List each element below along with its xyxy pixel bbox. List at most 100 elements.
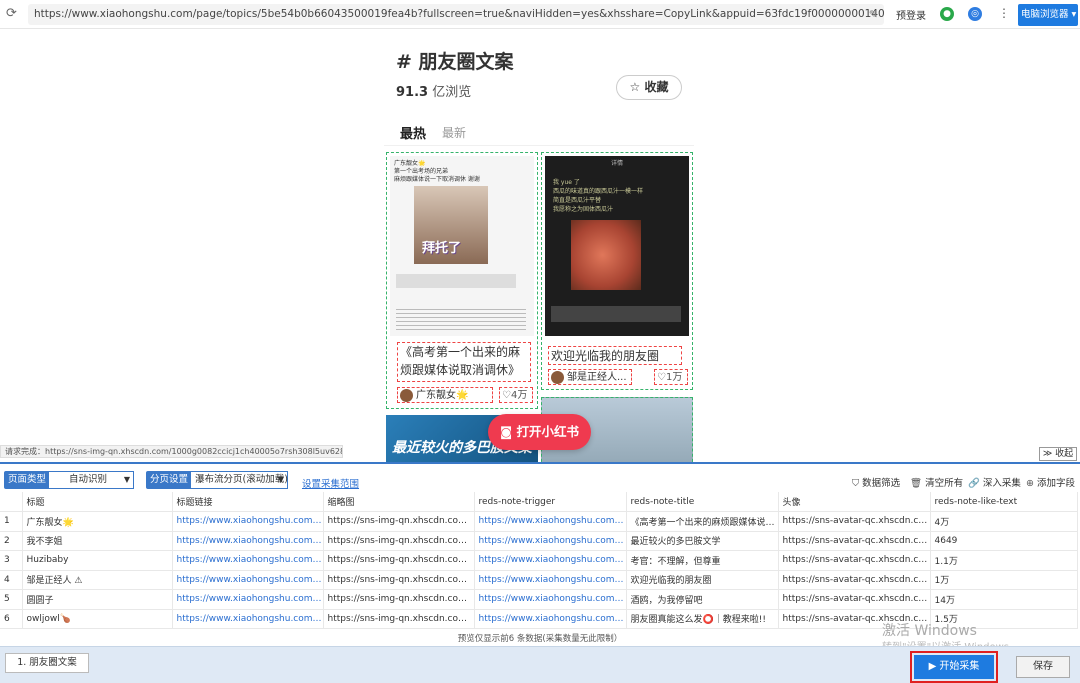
like-count[interactable]: ♡4万	[499, 387, 533, 403]
table-cell: 邹是正经人 ⚠	[22, 570, 173, 590]
table-cell: 考官：不理解，但尊重	[626, 550, 779, 571]
status-bar: 请求完成：https://sns-img-qn.xhscdn.com/1000g…	[0, 445, 343, 458]
cover-photo	[571, 220, 641, 290]
column-header[interactable]: 标题链接	[172, 492, 324, 512]
table-cell: https://sns-avatar-qc.xhscdn.com/av...	[778, 589, 931, 610]
table-row: 5 圆圆子 https://www.xiaohongshu.com/user/p…	[0, 589, 1078, 610]
cover-thumb-strip	[551, 306, 681, 322]
author-name: 广东靓女🌟	[416, 390, 469, 401]
panel-footer: 1. 朋友圈文案 ▶ 开始采集 保存	[0, 646, 1080, 683]
table-cell-link[interactable]: https://www.xiaohongshu.com/user/p...	[172, 511, 324, 532]
add-field-button[interactable]: ⊕ 添加字段	[1026, 475, 1075, 489]
views-label: 亿浏览	[432, 85, 472, 100]
table-cell: 4万	[930, 511, 1078, 532]
table-cell: https://sns-avatar-qc.xhscdn.com/av...	[778, 511, 931, 532]
table-cell-link[interactable]: https://www.xiaohongshu.com/user/p...	[172, 570, 324, 590]
reload-icon[interactable]: ⟳	[6, 7, 20, 21]
page-type-select[interactable]: 自动识别 ▼	[48, 471, 134, 489]
page-type-value: 自动识别	[69, 474, 108, 485]
table-cell: https://sns-avatar-qc.xhscdn.com/av...	[778, 531, 931, 551]
deep-collect-button[interactable]: 🔗 深入采集	[968, 475, 1021, 489]
table-cell: 1万	[930, 570, 1078, 590]
table-cell-link[interactable]: https://www.xiaohongshu.com/disco...	[474, 589, 627, 610]
row-index: 5	[0, 589, 23, 610]
note-author[interactable]: 广东靓女🌟	[397, 387, 493, 403]
column-header[interactable]: 标题	[22, 492, 173, 512]
table-row: 3 Huzibaby https://www.xiaohongshu.com/u…	[0, 550, 1078, 571]
collect-label: 收藏	[644, 80, 669, 94]
table-cell: Huzibaby	[22, 550, 173, 571]
tab-new[interactable]: 最新	[442, 124, 466, 141]
link-icon: 🔗	[968, 478, 980, 489]
collect-button[interactable]: ☆ 收藏	[616, 75, 682, 100]
table-cell-link[interactable]: https://www.xiaohongshu.com/user/p...	[172, 550, 324, 571]
row-index: 4	[0, 570, 23, 590]
topic-page: # 朋友圈文案 91.3 亿浏览 ☆ 收藏 最热 最新 广东靓女🌟 第一个出考场…	[384, 29, 694, 462]
note-title[interactable]: 欢迎光临我的朋友圈	[548, 346, 682, 365]
column-header[interactable]: reds-note-like-text	[930, 492, 1078, 512]
more-menu-icon[interactable]: ⋮	[998, 6, 1010, 20]
camera-icon: ◙	[499, 424, 513, 439]
tab-hot[interactable]: 最热	[400, 123, 426, 142]
edit-icon[interactable]: ✎	[869, 4, 878, 25]
paging-value: 瀑布流分页(滚动加载)	[195, 474, 288, 485]
task-tab[interactable]: 1. 朋友圈文案	[5, 653, 89, 673]
column-header-index	[0, 492, 23, 512]
views-number: 91.3	[396, 85, 429, 100]
table-cell: 我不李姐	[22, 531, 173, 551]
table-cell-link[interactable]: https://www.xiaohongshu.com/user/p...	[172, 531, 324, 551]
table-cell: https://sns-avatar-qc.xhscdn.com/av...	[778, 550, 931, 571]
note-card[interactable]: 详情 我 yue 了 西瓜的味道真的跟西瓜汁一模一样 简直是西瓜汁平替 我愿称之…	[541, 152, 693, 390]
browser-mode-dropdown[interactable]: 电脑浏览器 ▾	[1018, 4, 1078, 26]
note-author[interactable]: 邹是正经人...	[548, 369, 632, 385]
collector-panel: 页面类型 自动识别 ▼ 分页设置 瀑布流分页(滚动加载) ▼ 设置采集范围 ⛉ 数据筛…	[0, 462, 1080, 683]
column-header[interactable]: 头像	[778, 492, 931, 512]
like-value: 4万	[510, 390, 528, 401]
clear-all-button[interactable]: 🗑 清空所有	[910, 475, 963, 489]
table-cell: https://sns-img-qn.xhscdn.com/1000...	[323, 570, 475, 590]
extension-icon[interactable]: ●	[940, 7, 954, 21]
table-cell-link[interactable]: https://www.xiaohongshu.com/user/p...	[172, 609, 324, 629]
cover-thumb-strip	[396, 274, 516, 288]
url-field[interactable]: https://www.xiaohongshu.com/page/topics/…	[28, 4, 884, 25]
column-header[interactable]: reds-note-trigger	[474, 492, 627, 512]
cover-header-text: 详情	[610, 160, 623, 167]
data-filter-button[interactable]: ⛉ 数据筛选	[852, 475, 900, 489]
table-cell: 欢迎光临我的朋友圈	[626, 570, 779, 590]
table-cell: 1.1万	[930, 550, 1078, 571]
table-cell-link[interactable]: https://www.xiaohongshu.com/disco...	[474, 609, 627, 629]
chevron-down-icon: ▼	[123, 475, 130, 484]
start-collect-button[interactable]: ▶ 开始采集	[910, 651, 998, 683]
table-cell: 圆圆子	[22, 589, 173, 610]
author-name: 邹是正经人...	[567, 372, 627, 383]
table-cell: 最近较火的多巴胺文学	[626, 531, 779, 551]
table-cell-link[interactable]: https://www.xiaohongshu.com/disco...	[474, 531, 627, 551]
table-cell-link[interactable]: https://www.xiaohongshu.com/disco...	[474, 550, 627, 571]
table-cell: 广东靓女🌟	[22, 511, 173, 532]
collapse-button[interactable]: ≫ 收起	[1039, 447, 1077, 461]
open-app-label: 打开小红书	[516, 424, 579, 439]
table-cell-link[interactable]: https://www.xiaohongshu.com/user/p...	[172, 589, 324, 610]
cover-photo: 拜托了	[414, 186, 488, 264]
note-card[interactable]: 广东靓女🌟 第一个出考场的兄弟 麻烦跟媒体说一下取消调休 谢谢 拜托了 《高考第…	[386, 152, 538, 409]
views-count: 91.3 亿浏览	[396, 81, 471, 100]
clear-all-label: 清空所有	[925, 478, 964, 489]
column-header[interactable]: reds-note-title	[626, 492, 779, 512]
open-app-button[interactable]: ◙ 打开小红书	[488, 414, 591, 450]
table-cell: https://sns-img-qn.xhscdn.com/1000...	[323, 550, 475, 571]
note-title[interactable]: 《高考第一个出来的麻烦跟媒体说取消调休》	[397, 342, 531, 382]
range-setting-link[interactable]: 设置采集范围	[302, 476, 359, 490]
heart-icon: ♡	[657, 372, 666, 383]
heart-icon: ♡	[502, 390, 511, 401]
paging-label: 分页设置	[146, 471, 193, 489]
user-icon[interactable]: ◎	[968, 7, 982, 21]
table-cell-link[interactable]: https://www.xiaohongshu.com/disco...	[474, 570, 627, 590]
paging-select[interactable]: 瀑布流分页(滚动加载) ▼	[190, 471, 288, 489]
windows-watermark: 激活 Windows	[882, 623, 977, 639]
pre-login-button[interactable]: 预登录	[896, 7, 926, 22]
save-button[interactable]: 保存	[1016, 656, 1070, 678]
like-count[interactable]: ♡1万	[654, 369, 688, 385]
cover-header-text: 广东靓女🌟 第一个出考场的兄弟 麻烦跟媒体说一下取消调休 谢谢	[394, 160, 480, 183]
column-header[interactable]: 缩略图	[323, 492, 475, 512]
table-cell-link[interactable]: https://www.xiaohongshu.com/disco...	[474, 511, 627, 532]
